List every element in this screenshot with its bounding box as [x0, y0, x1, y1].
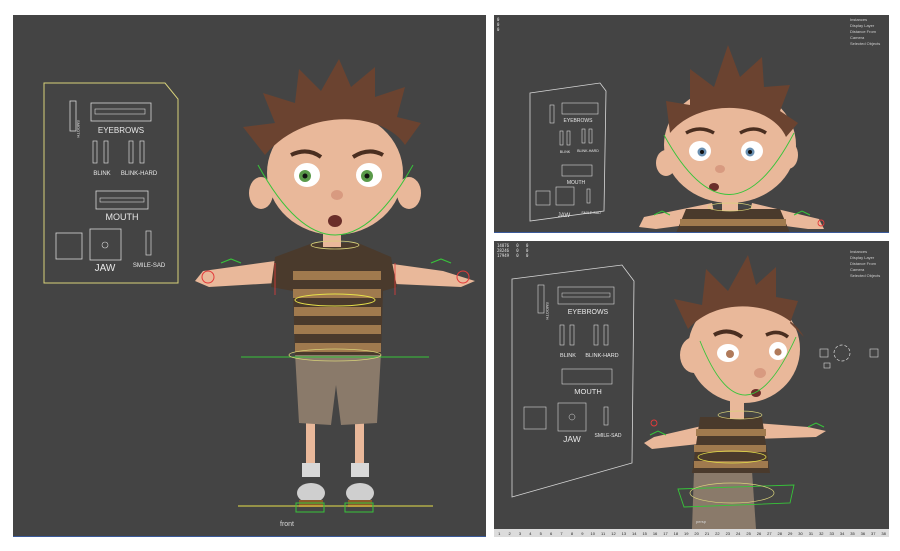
face-control-panel[interactable]: [511, 264, 635, 498]
mouth-label: MOUTH: [567, 180, 586, 186]
timeline-tick[interactable]: 20: [691, 531, 701, 536]
smile-sad-label: SMILE-SAD: [581, 211, 601, 215]
timeline-tick[interactable]: 17: [660, 531, 670, 536]
viewport-top-right[interactable]: 0 0 0 Instances Display Layer Distance F…: [494, 15, 889, 233]
timeline-tick[interactable]: 9: [577, 531, 587, 536]
smooth-label: SMOOTH: [76, 120, 81, 138]
timeline-tick[interactable]: 36: [858, 531, 868, 536]
timeline-tick[interactable]: 37: [868, 531, 878, 536]
timeline-tick[interactable]: 4: [525, 531, 535, 536]
jaw-label: JAW: [558, 213, 571, 219]
timeline-tick[interactable]: 21: [702, 531, 712, 536]
timeline-bar[interactable]: 1 2 3 4 5 6 7 8 9 10 11 12 13 14 15 16 1…: [494, 529, 889, 537]
timeline-tick[interactable]: 22: [712, 531, 722, 536]
character-model-front[interactable]: [195, 59, 475, 507]
timeline-tick[interactable]: 6: [546, 531, 556, 536]
smooth-label: SMOOTH: [545, 302, 550, 320]
blink-hard-label: BLINK-HARD: [121, 171, 158, 177]
timeline-tick[interactable]: 34: [837, 531, 847, 536]
bottom-right-scene: SMOOTH EYEBROWS BLINK BLINK-HARD MOUTH J…: [511, 255, 879, 529]
timeline-tick[interactable]: 35: [847, 531, 857, 536]
mouth-label: MOUTH: [106, 212, 139, 222]
viewport-front-border: [13, 536, 486, 537]
viewport-bottom-right[interactable]: 14876 0 0 28246 0 0 17949 0 0 Instances …: [494, 241, 889, 537]
timeline-tick[interactable]: 10: [588, 531, 598, 536]
face-control-panel[interactable]: [43, 82, 179, 284]
timeline-tick[interactable]: 13: [619, 531, 629, 536]
camera-label-persp: persp: [696, 519, 707, 524]
timeline-tick[interactable]: 24: [733, 531, 743, 536]
mouth-label: MOUTH: [574, 387, 602, 396]
top-right-scene: EYEBROWS BLINK BLINK-HARD MOUTH JAW SMIL…: [529, 45, 825, 233]
timeline-tick[interactable]: 7: [556, 531, 566, 536]
blink-hard-label: BLINK-HARD: [577, 149, 599, 153]
timeline-tick[interactable]: 33: [827, 531, 837, 536]
timeline-tick[interactable]: 11: [598, 531, 608, 536]
camera-label-front: front: [280, 521, 295, 528]
eyebrows-label: EYEBROWS: [568, 309, 609, 316]
timeline-tick[interactable]: 28: [775, 531, 785, 536]
viewport-top-right-border: [494, 232, 889, 233]
timeline-tick[interactable]: 15: [639, 531, 649, 536]
timeline-tick[interactable]: 19: [681, 531, 691, 536]
smile-sad-label: SMILE-SAD: [133, 263, 166, 269]
eyebrows-label: EYEBROWS: [564, 118, 594, 124]
blink-label: BLINK: [560, 353, 576, 359]
blink-label: BLINK: [93, 171, 110, 177]
timeline-tick[interactable]: 1: [494, 531, 504, 536]
timeline-tick[interactable]: 32: [816, 531, 826, 536]
timeline-tick[interactable]: 38: [878, 531, 888, 536]
timeline-tick[interactable]: 14: [629, 531, 639, 536]
timeline-tick[interactable]: 29: [785, 531, 795, 536]
timeline-tick[interactable]: 18: [671, 531, 681, 536]
smile-sad-label: SMILE-SAD: [595, 433, 622, 439]
timeline-tick[interactable]: 23: [723, 531, 733, 536]
timeline-tick[interactable]: 2: [504, 531, 514, 536]
blink-label: BLINK: [560, 150, 571, 154]
timeline-tick[interactable]: 25: [743, 531, 753, 536]
jaw-label: JAW: [563, 434, 581, 444]
timeline-tick[interactable]: 26: [754, 531, 764, 536]
blink-hard-label: BLINK-HARD: [585, 353, 618, 359]
front-scene: SMOOTH EYEBROWS BLINK BLINK-HARD MOUTH J…: [43, 59, 475, 513]
timeline-tick[interactable]: 5: [536, 531, 546, 536]
viewport-front[interactable]: SMOOTH EYEBROWS BLINK BLINK-HARD MOUTH J…: [13, 15, 486, 537]
timeline-tick[interactable]: 12: [608, 531, 618, 536]
timeline-tick[interactable]: 8: [567, 531, 577, 536]
timeline-tick[interactable]: 27: [764, 531, 774, 536]
timeline-tick[interactable]: 31: [806, 531, 816, 536]
eyebrows-label: EYEBROWS: [98, 126, 144, 135]
jaw-label: JAW: [95, 263, 116, 274]
timeline-tick[interactable]: 30: [795, 531, 805, 536]
timeline-tick[interactable]: 3: [515, 531, 525, 536]
timeline-tick[interactable]: 16: [650, 531, 660, 536]
